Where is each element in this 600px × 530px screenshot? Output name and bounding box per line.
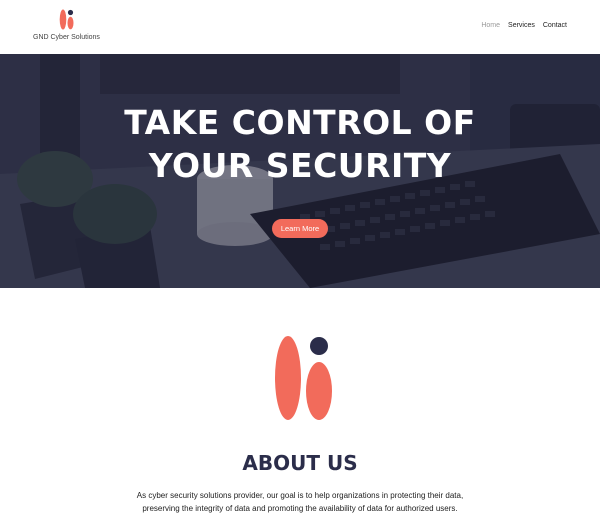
hero-title-line-2: YOUR SECURITY: [148, 146, 452, 185]
hero-section: TAKE CONTROL OF YOUR SECURITY Learn More: [0, 54, 600, 288]
hero-title-line-1: TAKE CONTROL OF: [124, 103, 476, 142]
about-text: As cyber security solutions provider, ou…: [136, 491, 464, 513]
about-title: ABOUT US: [242, 451, 358, 475]
site-header: GND Cyber Solutions Home Services Contac…: [0, 0, 600, 54]
brand-mark-icon: [59, 9, 74, 30]
main-nav: Home Services Contact: [473, 21, 567, 30]
nav-home-link[interactable]: Home: [481, 21, 500, 30]
site-logo-text: GND Cyber Solutions: [33, 34, 100, 41]
hero-title: TAKE CONTROL OF YOUR SECURITY: [0, 101, 600, 187]
nav-contact-link[interactable]: Contact: [543, 21, 567, 30]
nav-services-link[interactable]: Services: [508, 21, 535, 30]
learn-more-button[interactable]: Learn More: [272, 219, 328, 238]
site-logo-link[interactable]: GND Cyber Solutions: [33, 8, 103, 44]
brand-mark-icon: [275, 336, 332, 420]
